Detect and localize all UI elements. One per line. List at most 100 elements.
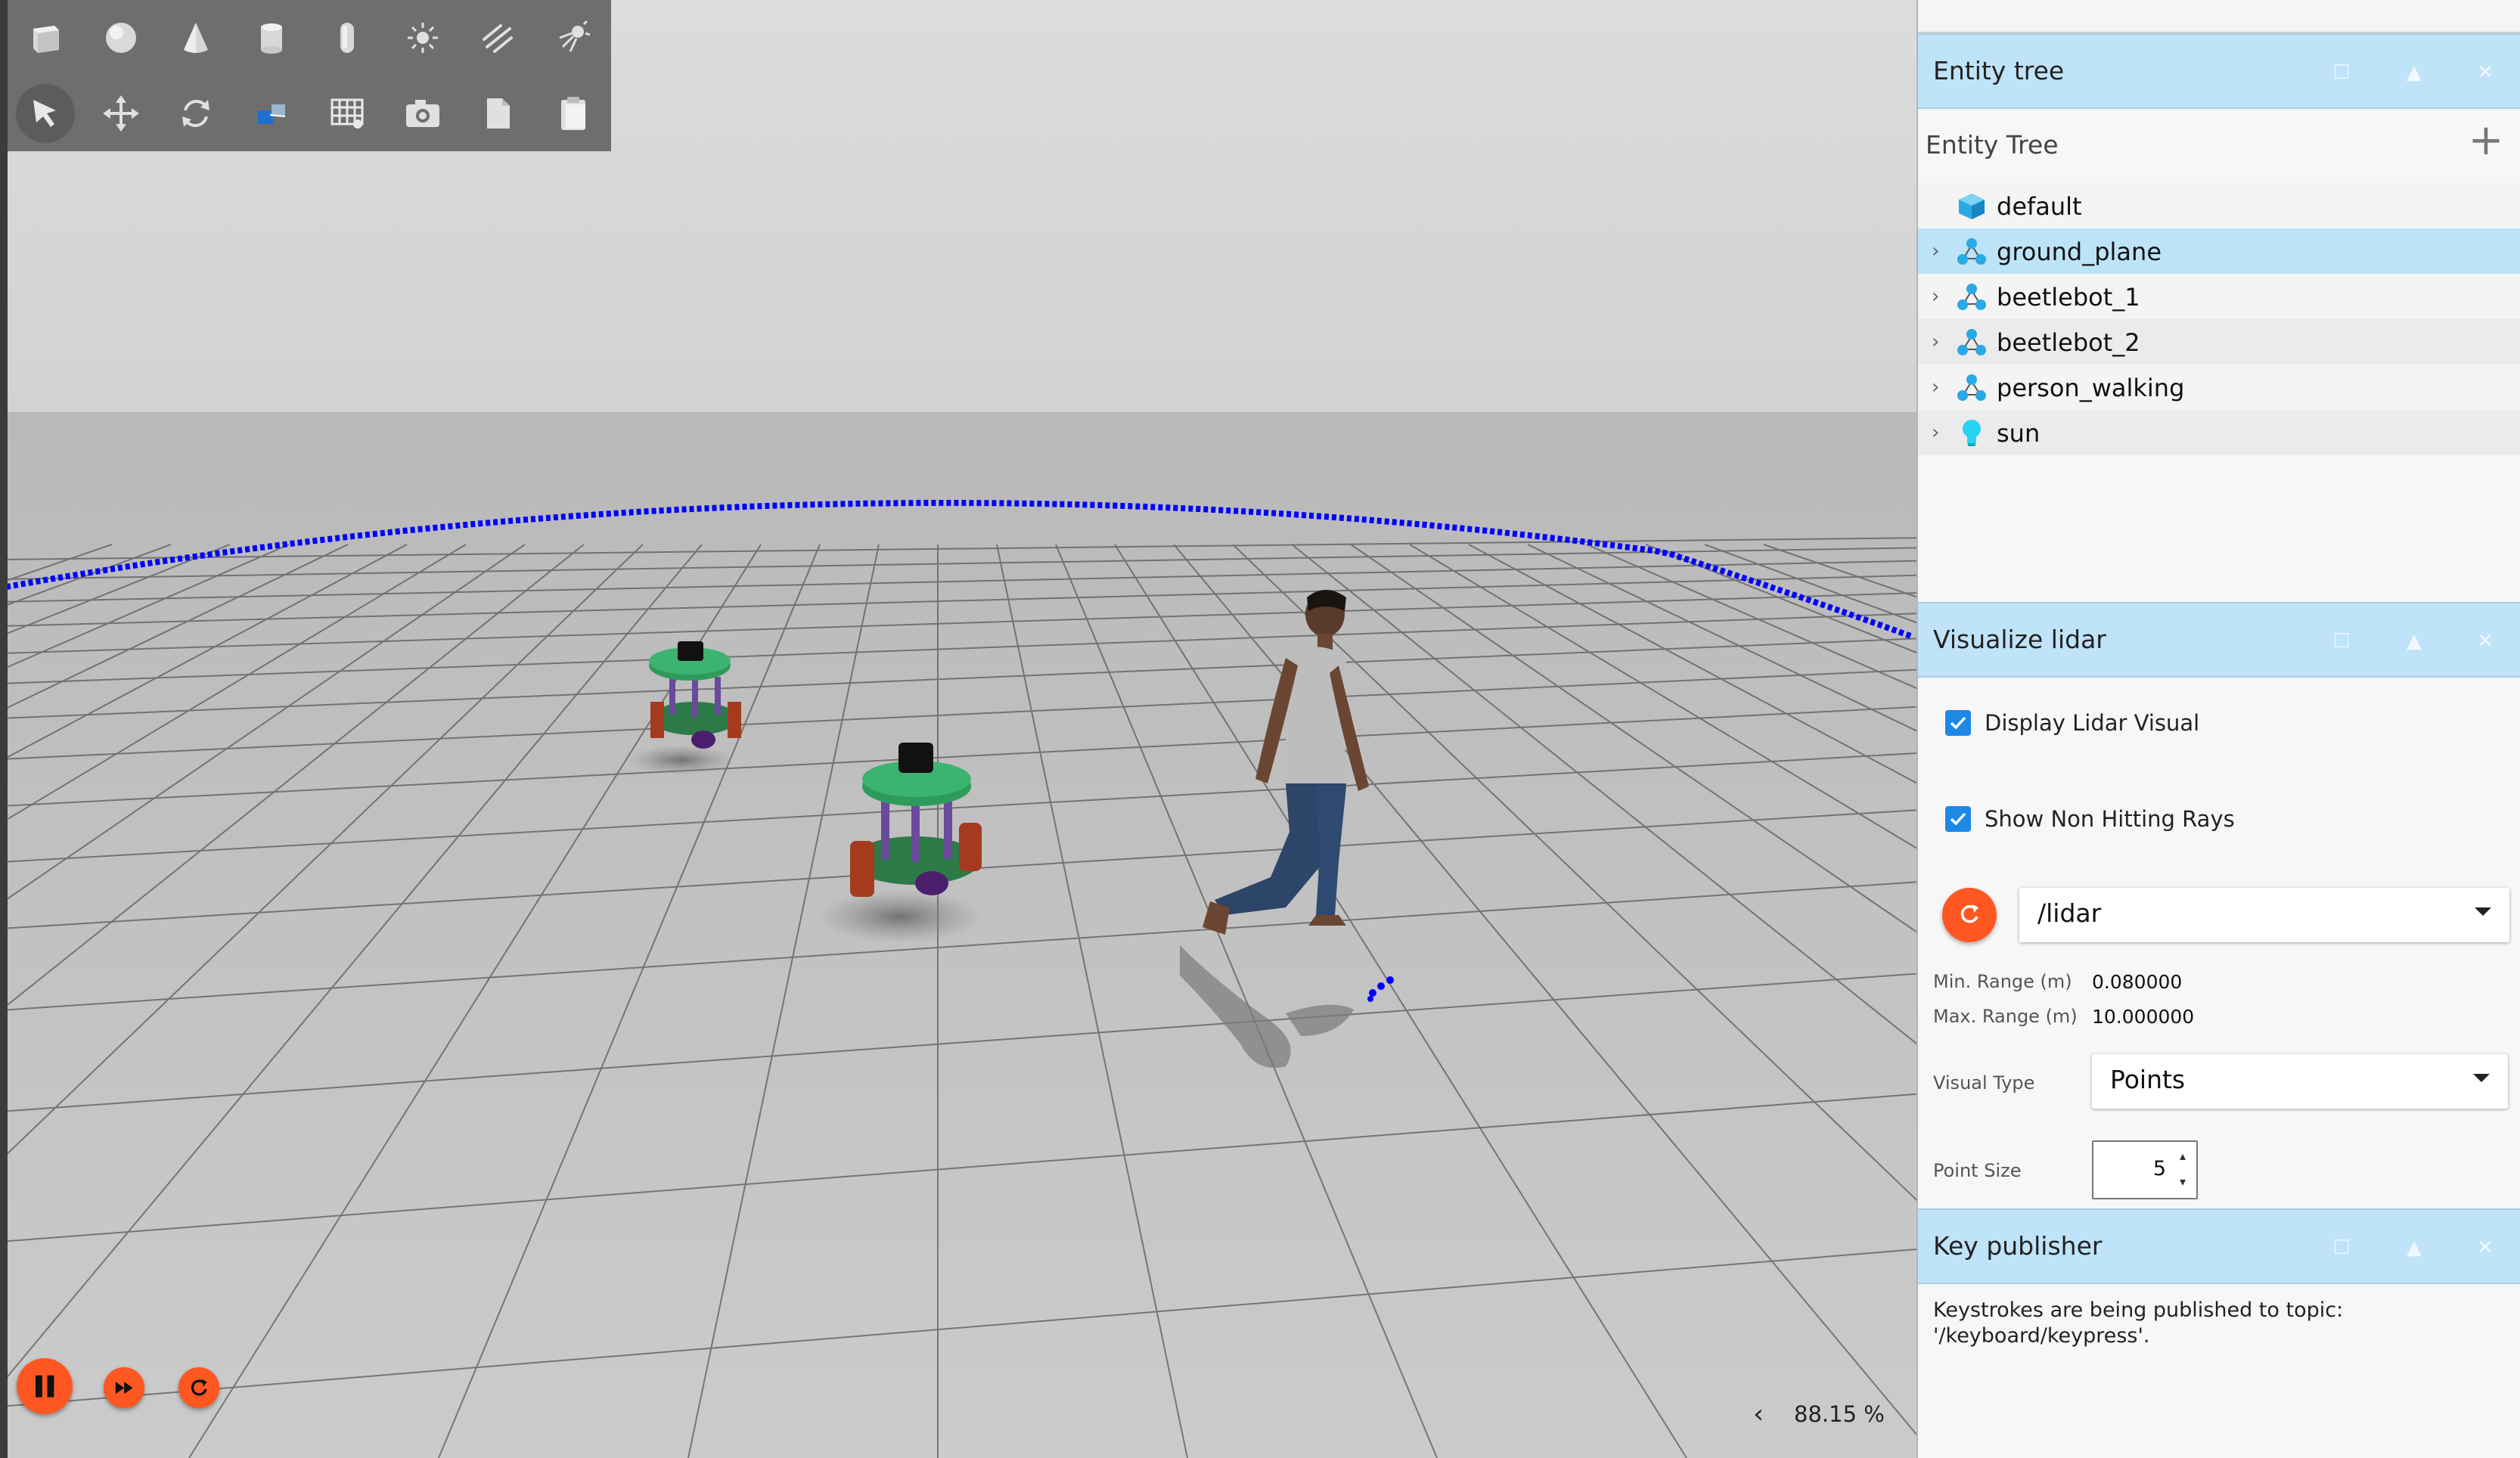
scene-viewport[interactable]: ‹ 88.15 % <box>0 0 1916 1458</box>
tree-item-sun[interactable]: › sun <box>1918 410 2520 455</box>
step-forward-button[interactable] <box>104 1367 144 1408</box>
chevron-right-icon[interactable]: › <box>1932 374 1939 401</box>
transform-toolbar-row <box>8 76 611 151</box>
sphere-icon <box>105 23 136 53</box>
tree-item-label: beetlebot_2 <box>1997 328 2140 357</box>
sphere-shape-button[interactable] <box>83 0 159 76</box>
rotate-mode-button[interactable] <box>159 76 234 151</box>
reset-simulation-button[interactable] <box>178 1367 219 1408</box>
chevron-right-icon[interactable]: › <box>1932 237 1939 265</box>
model-icon <box>1956 372 1988 404</box>
cone-shape-button[interactable] <box>159 0 234 76</box>
fast-forward-icon <box>115 1381 133 1394</box>
maximize-icon[interactable]: ☐ <box>2326 57 2357 88</box>
select-icon <box>33 100 56 127</box>
point-light-icon <box>407 23 438 53</box>
select-mode-button[interactable] <box>8 76 83 151</box>
scene-3d[interactable] <box>0 0 1916 1458</box>
maximize-icon[interactable]: ☐ <box>2326 626 2357 656</box>
dropdown-value: /lidar <box>2037 898 2102 928</box>
refresh-icon <box>1960 904 1978 923</box>
stats-expand-toggle[interactable]: ‹ <box>1747 1399 1770 1429</box>
plugin-sidebar: Entity tree ☐ ▲ ✕ Entity Tree + default … <box>1916 0 2520 1458</box>
add-entity-button[interactable]: + <box>2467 119 2505 162</box>
increment-arrow-icon[interactable]: ▴ <box>2175 1149 2190 1163</box>
maximize-icon[interactable]: ☐ <box>2326 1233 2357 1263</box>
visualize-lidar-panel-header[interactable]: Visualize lidar ☐ ▲ ✕ <box>1918 602 2520 678</box>
light-bulb-icon <box>1956 417 1988 449</box>
entity-tree-subtitle: Entity Tree <box>1926 130 2059 160</box>
cylinder-shape-button[interactable] <box>234 0 309 76</box>
panel-title: Key publisher <box>1933 1231 2103 1261</box>
key-publisher-panel: Keystrokes are being published to topic:… <box>1918 1286 2520 1458</box>
chevron-down-icon <box>2473 1074 2490 1082</box>
close-icon[interactable]: ✕ <box>2470 1233 2500 1263</box>
key-publisher-message: Keystrokes are being published to topic:… <box>1933 1298 2344 1348</box>
max-range-label: Max. Range (m) <box>1933 1006 2078 1027</box>
chevron-right-icon[interactable]: › <box>1932 283 1939 310</box>
collapse-icon[interactable]: ▲ <box>2399 57 2429 88</box>
pause-button[interactable] <box>17 1358 73 1414</box>
gazebo-window: ‹ 88.15 % Entity tree ☐ ▲ ✕ Entity Tree … <box>0 0 2520 1458</box>
checkbox-checked-icon[interactable] <box>1945 710 1971 736</box>
rotate-icon <box>182 99 210 128</box>
point-size-label: Point Size <box>1933 1160 2022 1181</box>
min-range-label: Min. Range (m) <box>1933 971 2072 992</box>
screenshot-button[interactable] <box>385 76 461 151</box>
grid-config-button[interactable] <box>309 76 385 151</box>
viewport-left-edge <box>0 0 8 1458</box>
spot-light-button[interactable] <box>535 0 611 76</box>
model-icon <box>1956 236 1988 268</box>
translate-mode-button[interactable] <box>83 76 159 151</box>
tree-item-default[interactable]: default <box>1918 183 2520 228</box>
cylinder-icon <box>261 23 283 54</box>
close-icon[interactable]: ✕ <box>2470 57 2500 88</box>
close-icon[interactable]: ✕ <box>2470 626 2500 656</box>
capsule-shape-button[interactable] <box>309 0 385 76</box>
directional-light-button[interactable] <box>461 0 536 76</box>
tree-item-label: person_walking <box>1997 374 2185 402</box>
chevron-right-icon[interactable]: › <box>1932 328 1939 355</box>
tree-item-person-walking[interactable]: › person_walking <box>1918 364 2520 410</box>
collapse-icon[interactable]: ▲ <box>2399 626 2429 656</box>
copy-icon <box>487 98 511 129</box>
copy-button[interactable] <box>461 76 536 151</box>
grid-icon <box>331 98 364 129</box>
display-lidar-visual-checkbox[interactable]: Display Lidar Visual <box>1945 704 2199 742</box>
panel-title: Entity tree <box>1933 56 2065 85</box>
collapse-icon[interactable]: ▲ <box>2399 1233 2429 1263</box>
point-size-value[interactable]: 5 <box>2153 1157 2166 1180</box>
refresh-topics-button[interactable] <box>1942 888 1997 942</box>
reset-icon <box>191 1379 207 1396</box>
tree-item-beetlebot-2[interactable]: › beetlebot_2 <box>1918 319 2520 364</box>
lidar-topic-dropdown[interactable]: /lidar <box>2019 888 2509 942</box>
tree-item-beetlebot-1[interactable]: › beetlebot_1 <box>1918 274 2520 319</box>
tree-item-label: ground_plane <box>1997 237 2162 266</box>
shape-toolbar-row <box>8 0 611 76</box>
transform-control-icon <box>258 104 286 124</box>
chevron-right-icon[interactable]: › <box>1932 419 1939 446</box>
transform-control-button[interactable] <box>234 76 309 151</box>
directional-light-icon <box>483 24 514 53</box>
chevron-down-icon <box>2475 907 2491 916</box>
decrement-arrow-icon[interactable]: ▾ <box>2175 1175 2190 1189</box>
point-light-button[interactable] <box>385 0 461 76</box>
paste-button[interactable] <box>535 76 611 151</box>
tree-item-label: default <box>1997 192 2082 221</box>
shapes-tools-toolbar <box>8 0 611 151</box>
checkbox-checked-icon[interactable] <box>1945 806 1971 832</box>
checkbox-label: Display Lidar Visual <box>1985 710 2200 736</box>
box-shape-button[interactable] <box>8 0 83 76</box>
min-range-value: 0.080000 <box>2092 971 2183 993</box>
tree-item-ground-plane[interactable]: › ground_plane <box>1918 228 2520 274</box>
visual-type-label: Visual Type <box>1933 1072 2035 1094</box>
entity-tree-panel-header[interactable]: Entity tree ☐ ▲ ✕ <box>1918 33 2520 109</box>
checkbox-label: Show Non Hitting Rays <box>1985 806 2235 832</box>
tree-item-label: beetlebot_1 <box>1997 283 2140 312</box>
key-publisher-panel-header[interactable]: Key publisher ☐ ▲ ✕ <box>1918 1208 2520 1284</box>
show-non-hitting-rays-checkbox[interactable]: Show Non Hitting Rays <box>1945 800 2235 838</box>
dropdown-value: Points <box>2110 1065 2186 1094</box>
visual-type-dropdown[interactable]: Points <box>2092 1054 2508 1109</box>
point-size-spinbox[interactable]: 5 ▴ ▾ <box>2092 1140 2198 1199</box>
entity-tree-panel: Entity Tree + default › ground_plane › b… <box>1918 110 2520 602</box>
